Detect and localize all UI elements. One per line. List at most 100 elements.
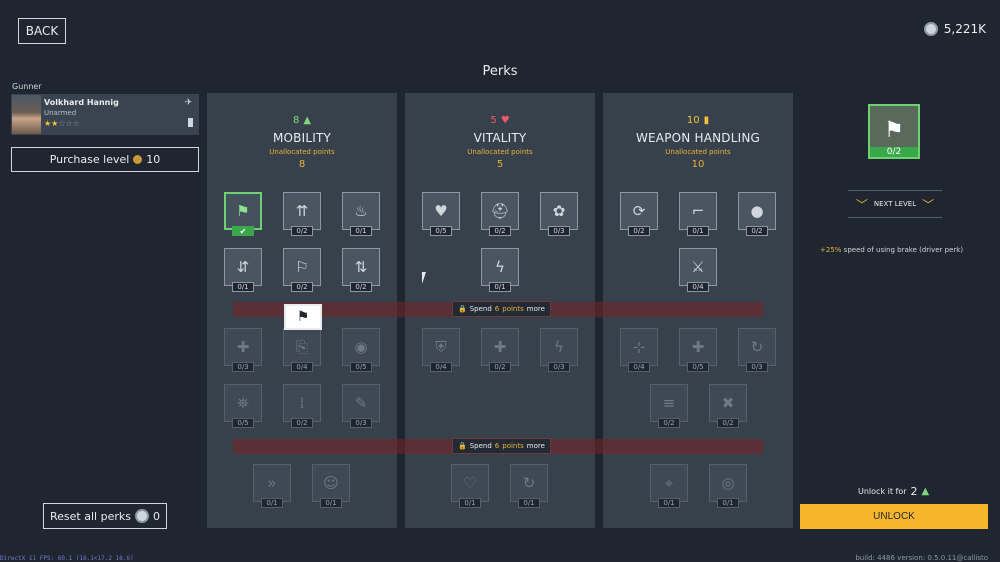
perk-weapon-swap[interactable]: ⟳ 0/2: [620, 192, 658, 236]
perk-count: 0/1: [261, 498, 283, 508]
perk-lungs[interactable]: ✿ 0/3: [540, 192, 578, 236]
perk-energy-regen-icon: ϟ: [481, 248, 519, 286]
perk-run-speed[interactable]: » 0/1: [253, 464, 291, 508]
crew-name: Volkhard Hannig: [44, 98, 119, 107]
tier-lock-bar: 🔒 Spend 6 points more: [233, 438, 763, 454]
perk-stamina-recovery[interactable]: ◉ 0/5: [342, 328, 380, 372]
perk-recovery[interactable]: ↻ 0/1: [510, 464, 548, 508]
purchase-level-button[interactable]: Purchase level 10: [11, 147, 199, 172]
perk-vision[interactable]: ◎ 0/1: [709, 464, 747, 508]
perk-count: 0/4: [628, 362, 650, 372]
weapon-unalloc-label: Unallocated points: [665, 148, 731, 156]
perk-energy-boost[interactable]: ϟ 0/3: [540, 328, 578, 372]
perk-knife[interactable]: ⚔ 0/4: [679, 248, 717, 292]
perk-fire-resist-icon: ♨: [342, 192, 380, 230]
tier-lock-label: 🔒 Spend 6 points more: [452, 438, 551, 454]
perk-gear-shift[interactable]: ⁞ 0/2: [283, 384, 321, 428]
perk-aim-icon: ⊹: [620, 328, 658, 366]
perk-health-boost-icon: ✚: [481, 328, 519, 366]
mobility-unalloc-value: 8: [298, 159, 306, 170]
perk-count: 0/2: [291, 282, 313, 292]
perk-description: +25% speed of using brake (driver perk): [820, 246, 990, 254]
next-level-selector[interactable]: ﹀ NEXT LEVEL ﹀: [848, 190, 942, 218]
perk-count: 0/1: [687, 226, 709, 236]
perk-energy-regen[interactable]: ϟ 0/1: [481, 248, 519, 292]
perk-gear-shift-icon: ⁞: [283, 384, 321, 422]
perk-helmet[interactable]: ⛑ 0/2: [481, 192, 519, 236]
chevron-left-icon[interactable]: ﹀: [856, 196, 868, 213]
lock-icon: 🔒: [458, 305, 467, 313]
dragged-perk-icon[interactable]: ⚑: [284, 304, 322, 330]
perk-tools-icon: ✖: [709, 384, 747, 422]
perk-energy-boost-icon: ϟ: [540, 328, 578, 366]
perk-door-exit[interactable]: ⎘ 0/4: [283, 328, 321, 372]
perk-health-boost[interactable]: ✚ 0/2: [481, 328, 519, 372]
perk-heal-speed[interactable]: ✚ 0/3: [224, 328, 262, 372]
perk-count: 0/4: [687, 282, 709, 292]
perk-fire-resist[interactable]: ♨ 0/1: [342, 192, 380, 236]
vitality-title: VITALITY: [473, 131, 527, 145]
perk-sprint-icon: ⚐: [283, 248, 321, 286]
perk-ghost[interactable]: ☺ 0/1: [312, 464, 350, 508]
selected-perk-count: 0/2: [868, 147, 920, 159]
perk-count: 0/5: [687, 362, 709, 372]
currency-value: 5,221K: [943, 22, 986, 36]
perk-revive-icon: ♡: [451, 464, 489, 502]
perk-count: 0/2: [628, 226, 650, 236]
perk-armor[interactable]: ⛨ 0/4: [422, 328, 460, 372]
perk-seat-swap-icon: ⇅: [342, 248, 380, 286]
perk-aim[interactable]: ⊹ 0/4: [620, 328, 658, 372]
perk-count: 0/3: [232, 362, 254, 372]
perk-reload-icon: ↻: [738, 328, 776, 366]
perk-count: 0/1: [717, 498, 739, 508]
perk-brake-speed-icon: ⚑: [224, 192, 262, 230]
lock-icon: 🔒: [458, 442, 467, 450]
perk-seat-change[interactable]: ⇵ 0/1: [224, 248, 262, 292]
perk-revive[interactable]: ♡ 0/1: [451, 464, 489, 508]
next-level-label: NEXT LEVEL: [873, 200, 917, 208]
perk-extinguisher[interactable]: ⛯ 0/5: [224, 384, 262, 428]
perk-repair-speed-icon: ✎: [342, 384, 380, 422]
heart-icon: ♥: [500, 115, 510, 126]
perk-heart-regen[interactable]: ♥ 0/5: [422, 192, 460, 236]
perk-reload[interactable]: ↻ 0/3: [738, 328, 776, 372]
perk-count: 0/5: [430, 226, 452, 236]
perk-sprint[interactable]: ⚐ 0/2: [283, 248, 321, 292]
perk-medkit[interactable]: ✚ 0/5: [679, 328, 717, 372]
perk-repair-speed[interactable]: ✎ 0/3: [342, 384, 380, 428]
perk-bonus: +25%: [820, 246, 842, 254]
back-button[interactable]: BACK: [18, 18, 66, 44]
chevron-right-icon[interactable]: ﹀: [922, 196, 934, 213]
reset-perks-button[interactable]: Reset all perks 0: [43, 503, 167, 529]
perk-tools[interactable]: ✖ 0/2: [709, 384, 747, 428]
crew-card[interactable]: Volkhard Hannig Unarmed ★★☆☆☆ ✈: [11, 94, 199, 135]
perk-medkit-icon: ✚: [679, 328, 717, 366]
perk-knife-icon: ⚔: [679, 248, 717, 286]
rank-bar-icon: [188, 118, 193, 127]
rank-wings-icon: ✈: [184, 98, 193, 108]
mouse-cursor: [422, 272, 430, 284]
purchase-label: Purchase level: [49, 153, 130, 166]
perk-count: 0/3: [350, 418, 372, 428]
perk-lungs-icon: ✿: [540, 192, 578, 230]
perk-count: 0/2: [717, 418, 739, 428]
fps-counter: DirectX 11 FPS: 60.1 (16.1<17.2 16.6): [0, 555, 134, 562]
crew-stars: ★★☆☆☆: [44, 119, 80, 128]
perk-count: 0/3: [548, 226, 570, 236]
perk-focus[interactable]: ⌖ 0/1: [650, 464, 688, 508]
perk-climb-speed[interactable]: ⇈ 0/2: [283, 192, 321, 236]
unlock-button[interactable]: UNLOCK: [800, 504, 988, 529]
perk-extinguisher-icon: ⛯: [224, 384, 262, 422]
perk-grenade[interactable]: ● 0/2: [738, 192, 776, 236]
crew-weapon: Unarmed: [44, 109, 77, 117]
vitality-points: 5: [490, 115, 497, 126]
perk-focus-icon: ⌖: [650, 464, 688, 502]
perk-count: 0/2: [291, 226, 313, 236]
perk-pistol[interactable]: ⌐ 0/1: [679, 192, 717, 236]
perk-brake-speed[interactable]: ⚑ ✔: [224, 192, 262, 236]
perk-heart-regen-icon: ♥: [422, 192, 460, 230]
perk-ammo-carry[interactable]: ≡ 0/2: [650, 384, 688, 428]
perk-seat-swap[interactable]: ⇅ 0/2: [342, 248, 380, 292]
perk-heal-speed-icon: ✚: [224, 328, 262, 366]
perk-count: 0/1: [459, 498, 481, 508]
